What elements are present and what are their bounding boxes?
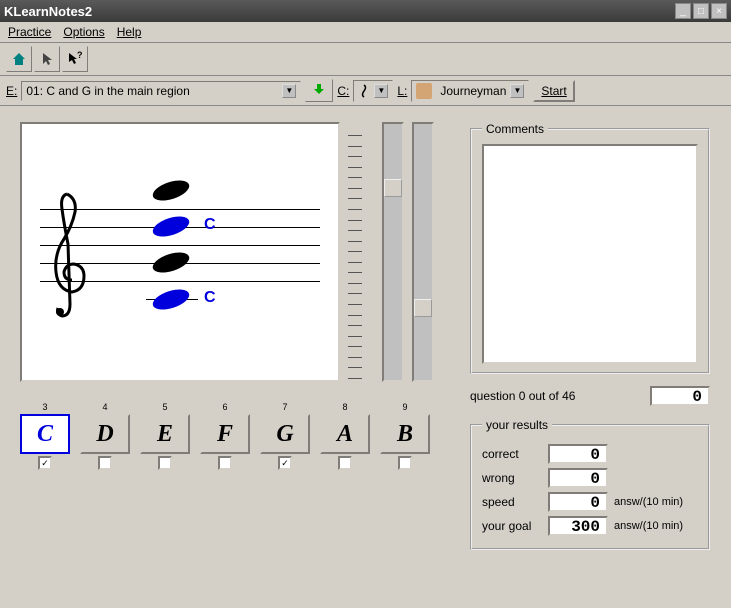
tool-pointer-icon[interactable] — [34, 46, 60, 72]
note-checkbox-d[interactable] — [98, 456, 112, 470]
note-number: 4 — [102, 402, 107, 412]
range-slider-bottom[interactable] — [412, 122, 434, 382]
menu-practice[interactable]: Practice — [8, 25, 51, 39]
chevron-down-icon: ▼ — [282, 84, 296, 98]
note-button-b[interactable]: B — [380, 414, 430, 454]
note-checkbox-g[interactable]: ✓ — [278, 456, 292, 470]
correct-label: correct — [482, 447, 542, 461]
note-black — [150, 249, 191, 277]
level-select[interactable]: Journeyman ▼ — [411, 80, 529, 102]
window-title: KLearnNotes2 — [4, 4, 675, 19]
note-checkbox-e[interactable] — [158, 456, 172, 470]
avatar-icon — [416, 83, 432, 99]
tool-home-icon[interactable] — [6, 46, 32, 72]
svg-text:?: ? — [77, 51, 83, 60]
menubar: Practice Options Help — [0, 22, 731, 43]
note-blue — [150, 213, 191, 241]
wrong-label: wrong — [482, 471, 542, 485]
note-button-g[interactable]: G — [260, 414, 310, 454]
note-button-e[interactable]: E — [140, 414, 190, 454]
exercise-label: E: — [6, 84, 17, 98]
question-text: question 0 out of 46 — [470, 389, 575, 403]
clef-label: C: — [337, 84, 349, 98]
goal-value: 300 — [548, 516, 608, 536]
correct-value: 0 — [548, 444, 608, 464]
results-fieldset: your results correct 0 wrong 0 speed 0 answ/… — [470, 418, 710, 550]
note-number: 6 — [222, 402, 227, 412]
toolbar: ? — [0, 43, 731, 76]
staff-display: C C — [20, 122, 340, 382]
note-number: 3 — [42, 402, 47, 412]
start-button[interactable]: Start — [533, 80, 574, 102]
note-label: C — [204, 216, 216, 234]
treble-clef-icon — [358, 83, 370, 99]
clef-select[interactable]: ▼ — [353, 80, 393, 102]
note-checkbox-a[interactable] — [338, 456, 352, 470]
note-checkbox-b[interactable] — [398, 456, 412, 470]
results-legend: your results — [482, 418, 552, 432]
note-checkbox-f[interactable] — [218, 456, 232, 470]
goal-unit: answ/(10 min) — [614, 520, 683, 532]
goal-label: your goal — [482, 519, 542, 533]
chevron-down-icon: ▼ — [374, 84, 388, 98]
range-slider-top[interactable] — [382, 122, 404, 382]
comments-legend: Comments — [482, 122, 548, 136]
note-number: 8 — [342, 402, 347, 412]
exercise-select[interactable]: 01: C and G in the main region ▼ — [21, 81, 301, 101]
comments-fieldset: Comments — [470, 122, 710, 374]
note-button-f[interactable]: F — [200, 414, 250, 454]
note-buttons: 3 C ✓ 4 D 5 E 6 F 7 G ✓ 8 A 9 B — [20, 402, 458, 470]
note-button-d[interactable]: D — [80, 414, 130, 454]
menu-help[interactable]: Help — [117, 25, 142, 39]
config-bar: E: 01: C and G in the main region ▼ C: ▼… — [0, 76, 731, 106]
speed-unit: answ/(10 min) — [614, 496, 683, 508]
treble-clef-icon — [42, 184, 92, 334]
note-number: 7 — [282, 402, 287, 412]
note-number: 5 — [162, 402, 167, 412]
note-button-c[interactable]: C — [20, 414, 70, 454]
comments-textarea[interactable] — [482, 144, 698, 364]
maximize-button[interactable]: □ — [693, 3, 709, 19]
titlebar: KLearnNotes2 _ □ × — [0, 0, 731, 22]
note-button-a[interactable]: A — [320, 414, 370, 454]
speed-label: speed — [482, 495, 542, 509]
wrong-value: 0 — [548, 468, 608, 488]
scale-ticks — [348, 122, 374, 382]
note-label: C — [204, 289, 216, 307]
note-number: 9 — [402, 402, 407, 412]
main-area: C C 3 C ✓ 4 D 5 E 6 F 7 G ✓ 8 A 9 B Comments question 0… — [0, 106, 731, 578]
chevron-down-icon: ▼ — [510, 84, 524, 98]
level-label: L: — [397, 84, 407, 98]
note-checkbox-c[interactable]: ✓ — [38, 456, 52, 470]
speed-value: 0 — [548, 492, 608, 512]
note-black — [150, 177, 191, 205]
question-counter: 0 — [650, 386, 710, 406]
menu-options[interactable]: Options — [63, 25, 104, 39]
note-blue — [150, 286, 191, 314]
close-button[interactable]: × — [711, 3, 727, 19]
tool-whatsthis-icon[interactable]: ? — [62, 46, 88, 72]
exercise-go-button[interactable] — [305, 79, 333, 102]
question-row: question 0 out of 46 0 — [470, 386, 710, 406]
minimize-button[interactable]: _ — [675, 3, 691, 19]
